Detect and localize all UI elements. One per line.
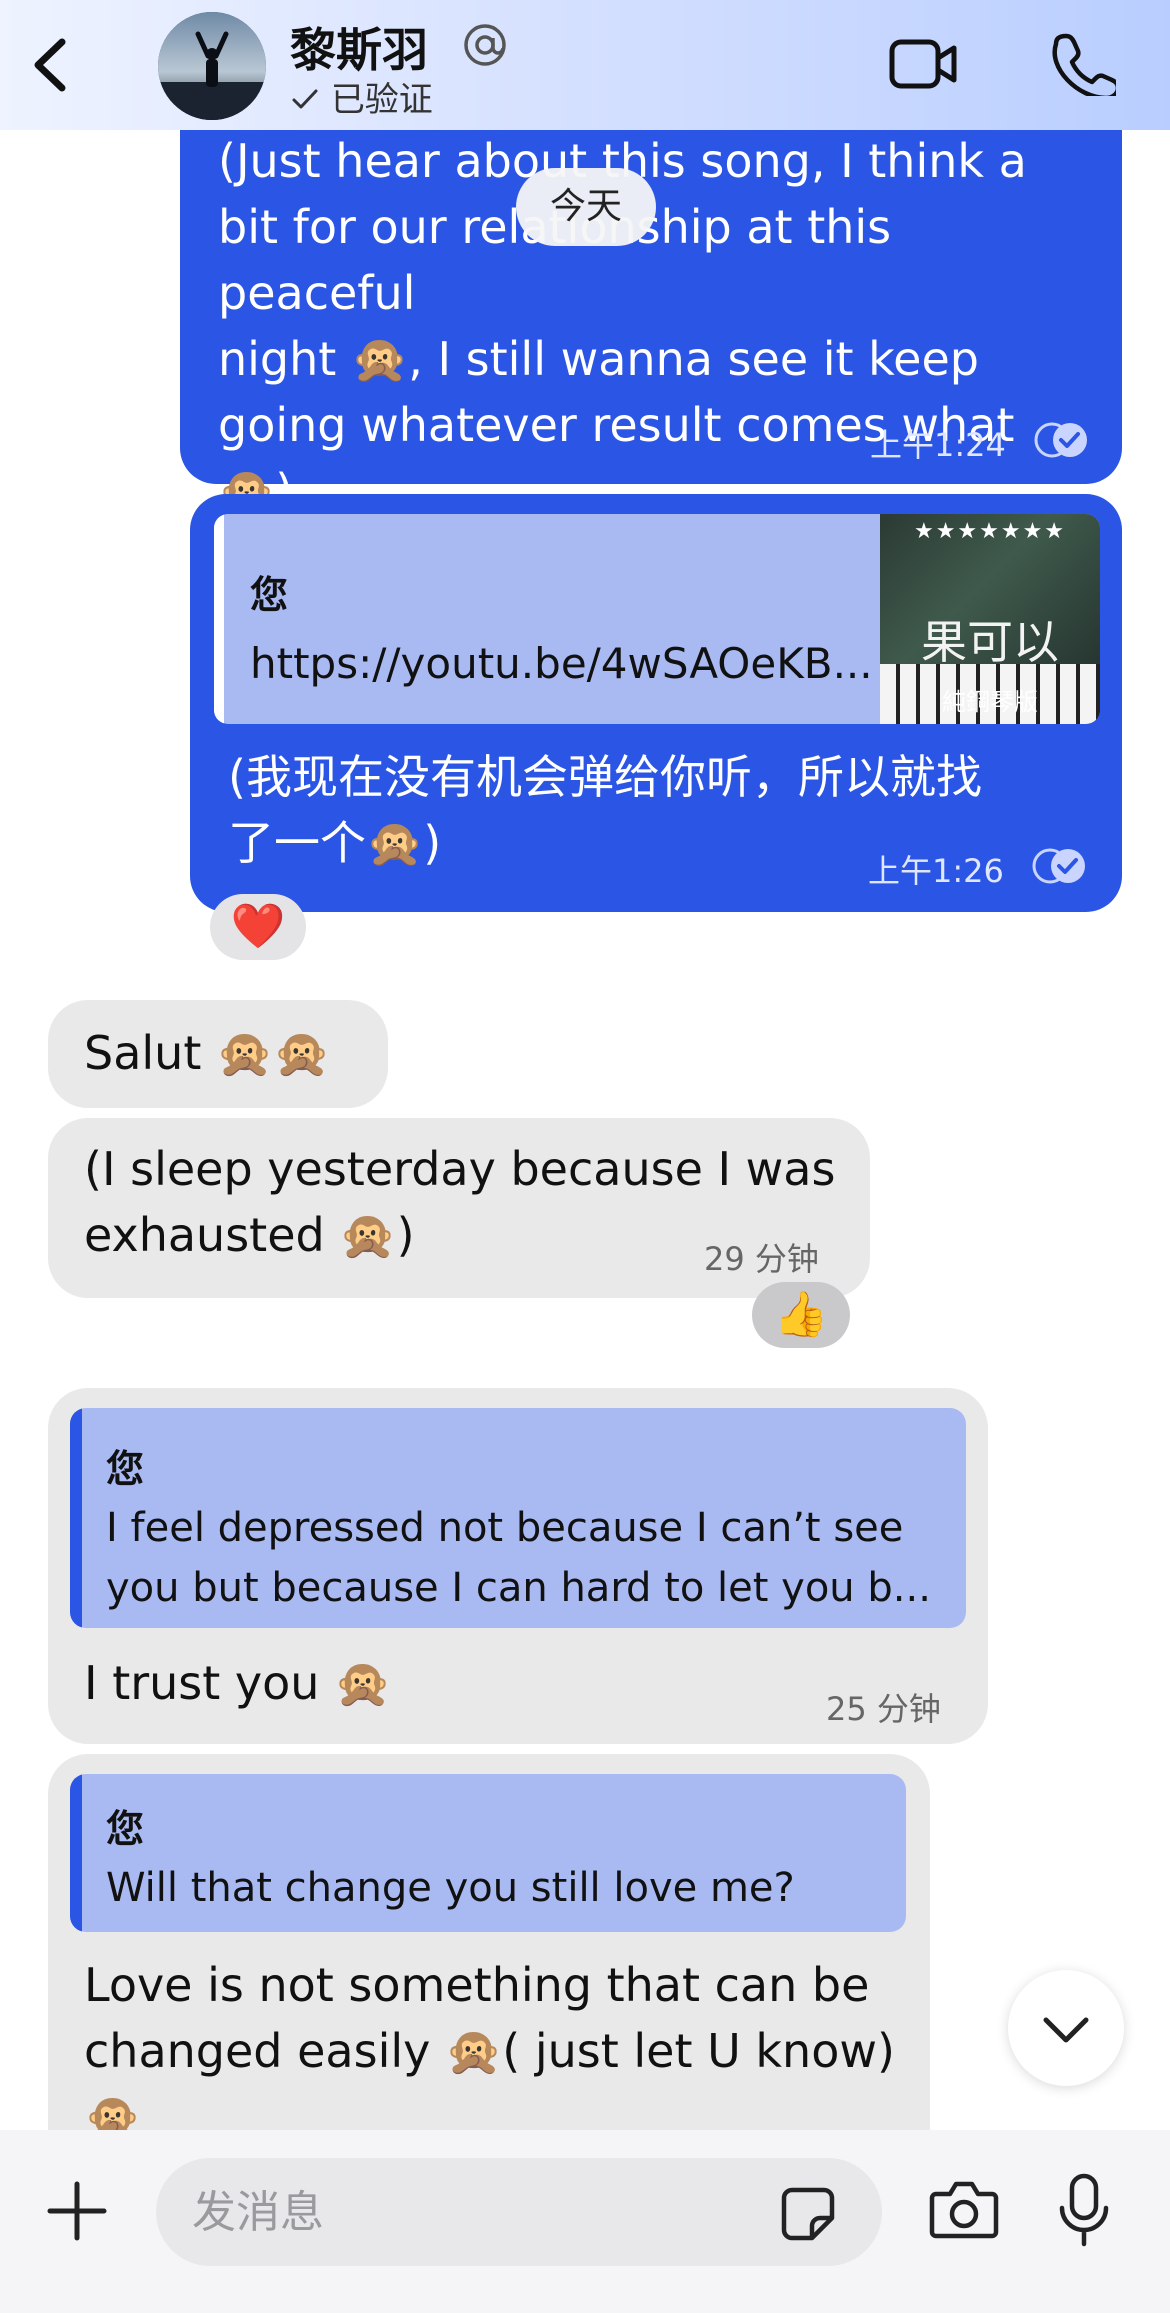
link-preview[interactable]: 您 https://youtu.be/4wSAOeKB... ★★★★★★★ 果… xyxy=(214,514,1100,724)
chevron-down-icon xyxy=(1043,2017,1089,2043)
plus-icon[interactable] xyxy=(44,2178,110,2244)
camera-icon[interactable] xyxy=(928,2176,1000,2242)
thumbnail-subcaption: 純鋼琴版 xyxy=(942,689,1038,716)
avatar-image xyxy=(158,12,266,120)
message-line: night 🙊, I still wanna see it keep xyxy=(218,332,979,386)
quote-line: you but because I can hard to let you b.… xyxy=(106,1565,931,1611)
read-receipt-icon xyxy=(1032,848,1085,884)
verified-label: 已验证 xyxy=(330,80,433,120)
message-time: 22 分钟 xyxy=(766,2122,881,2130)
quote-author: 您 xyxy=(106,1447,145,1491)
quote-author: 您 xyxy=(250,573,289,617)
quote-author: 您 xyxy=(106,1807,145,1851)
message-line: changed easily 🙊( just let U know) xyxy=(84,2024,895,2078)
message-bubble-incoming[interactable]: Salut 🙊🙊 xyxy=(48,1000,388,1108)
message-time: 上午1:26 xyxy=(868,852,1004,890)
quote-bar xyxy=(214,514,224,724)
message-text: I trust you 🙊 xyxy=(84,1656,392,1710)
message-line: (I sleep yesterday because I was xyxy=(84,1142,836,1196)
sticker-icon[interactable] xyxy=(778,2184,838,2244)
microphone-icon[interactable] xyxy=(1056,2172,1112,2248)
link-url: https://youtu.be/4wSAOeKB... xyxy=(250,639,873,688)
date-separator: 今天 xyxy=(516,168,656,246)
message-text: Salut 🙊🙊 xyxy=(84,1026,331,1080)
message-line: (Just hear about this song, I think a xyxy=(218,134,1027,188)
verified-status: 已验证 xyxy=(290,72,433,121)
message-bubble-incoming[interactable]: 您 I feel depressed not because I can’t s… xyxy=(48,1388,988,1744)
quoted-message[interactable]: 您 Will that change you still love me? xyxy=(70,1774,906,1932)
quoted-message[interactable]: 您 I feel depressed not because I can’t s… xyxy=(70,1408,966,1628)
message-time: 29 分钟 xyxy=(704,1240,819,1278)
video-call-icon[interactable] xyxy=(888,34,958,94)
thumbnail-caption: 果可以 xyxy=(921,615,1059,669)
message-input[interactable] xyxy=(192,2158,752,2266)
quote-line: I feel depressed not because I can’t see xyxy=(106,1505,904,1551)
message-line: (我现在没有机会弹给你听，所以就找 xyxy=(228,750,982,804)
message-time: 上午1:24 xyxy=(870,426,1006,464)
message-composer xyxy=(0,2130,1170,2313)
quote-bar xyxy=(70,1774,82,1932)
thumbnail-stars: ★★★★★★★ xyxy=(913,518,1067,543)
message-time: 25 分钟 xyxy=(826,1690,941,1728)
reaction-heart[interactable]: ❤️ xyxy=(210,894,306,960)
read-receipt-icon xyxy=(1034,422,1087,458)
message-bubble-incoming[interactable]: 您 Will that change you still love me? Lo… xyxy=(48,1754,930,2130)
message-bubble-outgoing[interactable]: 您 https://youtu.be/4wSAOeKB... ★★★★★★★ 果… xyxy=(190,494,1122,912)
avatar[interactable] xyxy=(158,12,266,120)
quote-line: Will that change you still love me? xyxy=(106,1865,795,1911)
message-bubble-incoming[interactable]: (I sleep yesterday because I was exhaust… xyxy=(48,1118,870,1298)
scroll-to-bottom-button[interactable] xyxy=(1008,1970,1124,2086)
at-icon xyxy=(464,24,506,66)
message-input-container[interactable] xyxy=(156,2158,882,2266)
reaction-thumbs-up[interactable]: 👍 xyxy=(752,1282,850,1348)
quote-bar xyxy=(70,1408,82,1628)
check-icon xyxy=(292,89,318,109)
message-list[interactable]: (Just hear about this song, I think a bi… xyxy=(0,0,1170,2130)
video-thumbnail[interactable]: ★★★★★★★ 果可以 純鋼琴版 xyxy=(880,514,1100,724)
chat-header: 黎斯羽 已验证 xyxy=(0,0,1170,130)
phone-icon[interactable] xyxy=(1050,30,1116,96)
message-bubble-outgoing[interactable]: (Just hear about this song, I think a bi… xyxy=(180,120,1122,518)
contact-name[interactable]: 黎斯羽 xyxy=(290,14,428,80)
message-line: bit for our relationship at this peacefu… xyxy=(218,200,892,320)
back-icon[interactable] xyxy=(22,30,82,100)
message-line: Love is not something that can be xyxy=(84,1958,870,2012)
